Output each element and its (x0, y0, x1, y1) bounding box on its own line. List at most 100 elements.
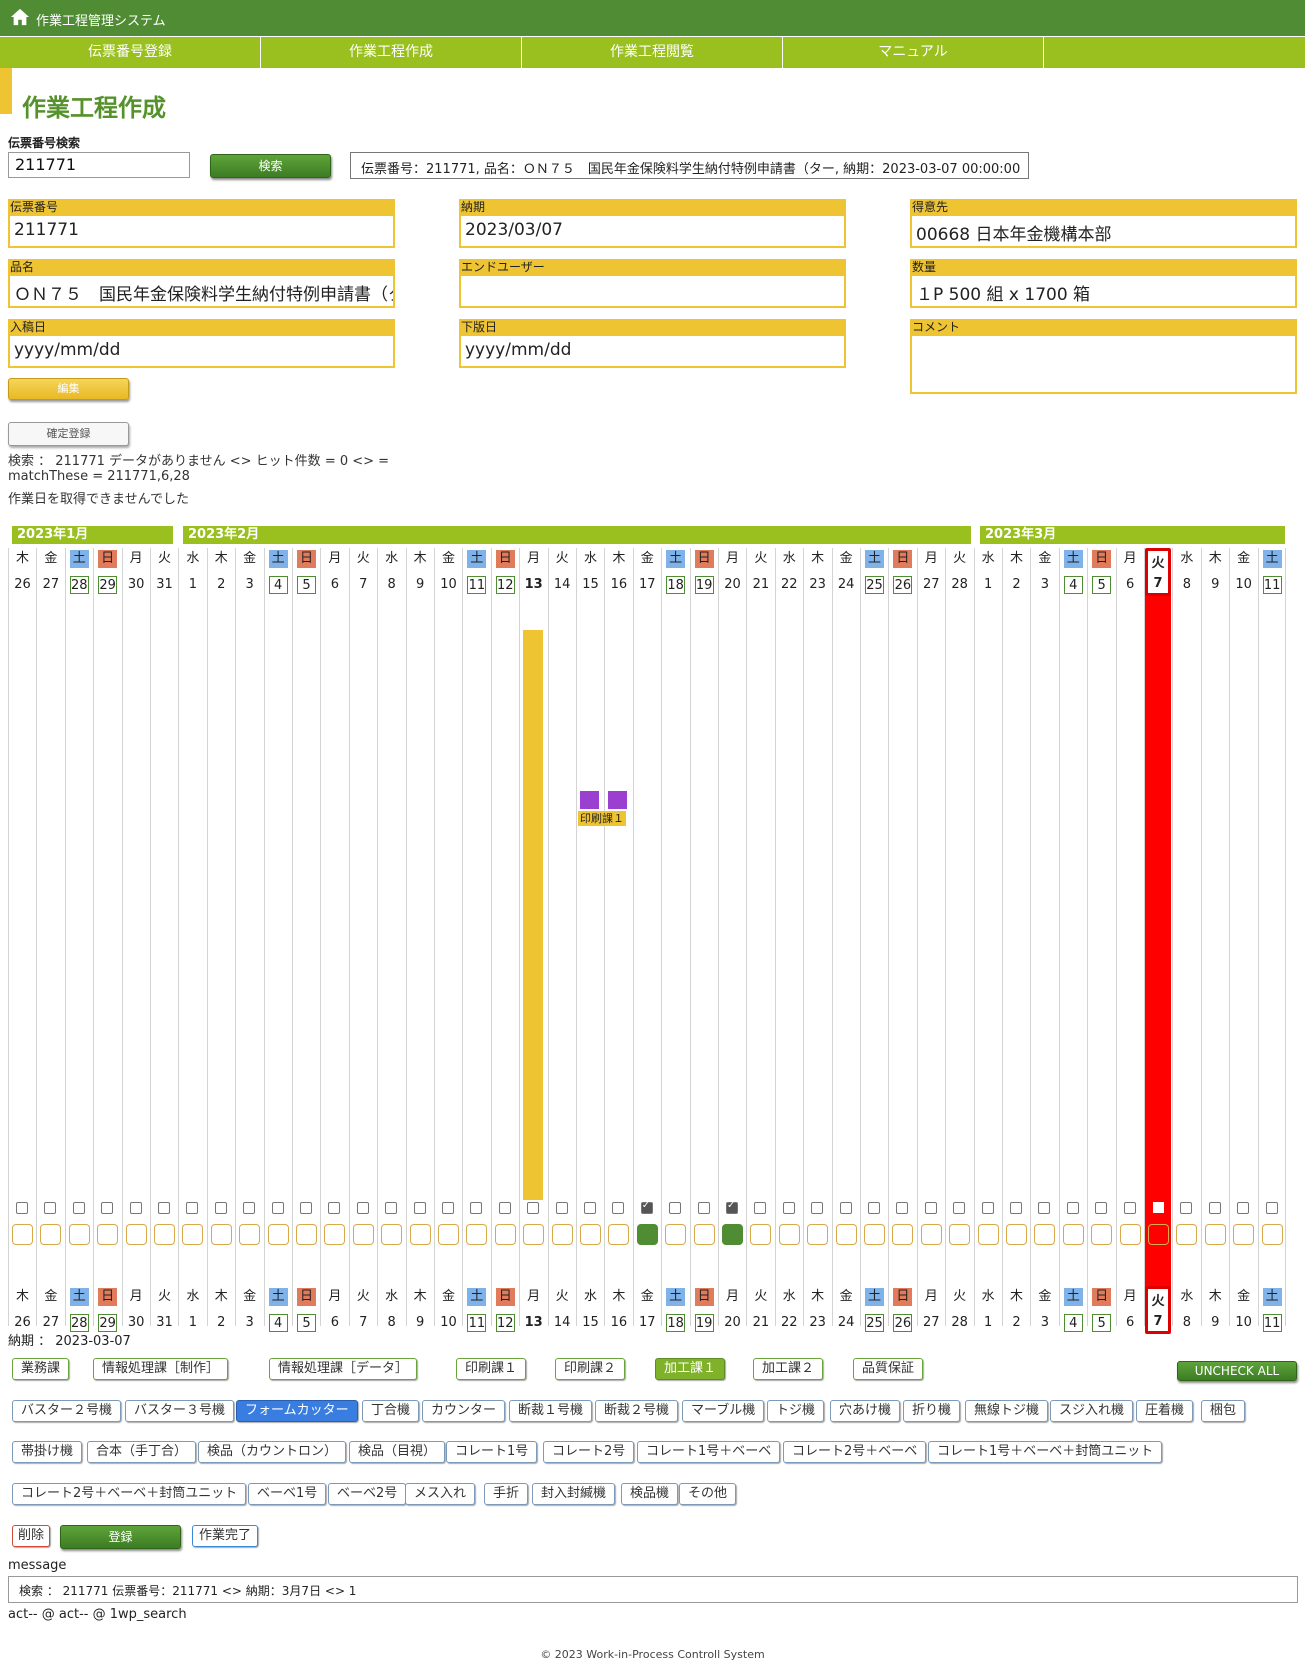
machine-tag[interactable]: 圧着機 (1136, 1400, 1194, 1422)
day-checkbox[interactable] (584, 1202, 596, 1214)
search-input[interactable]: 211771 (8, 152, 190, 178)
deadline-checkbox[interactable] (1153, 1202, 1164, 1213)
machine-tag[interactable]: スジ入れ機 (1050, 1400, 1134, 1422)
day-assign-box[interactable] (835, 1224, 857, 1245)
machine-tag[interactable]: 無線トジ機 (965, 1400, 1049, 1422)
day-assign-box[interactable] (807, 1224, 829, 1245)
day-assign-box[interactable] (438, 1224, 459, 1245)
dept-info-data[interactable]: 情報処理課［データ］ (269, 1358, 418, 1380)
product-input[interactable]: ＯＮ７５ 国民年金保険料学生納付特例申請書（ター (8, 276, 395, 308)
uncheck-all-button[interactable]: UNCHECK ALL (1177, 1361, 1297, 1381)
day-assign-box[interactable] (154, 1224, 175, 1245)
manuscript-date-input[interactable]: yyyy/mm/dd (8, 336, 395, 368)
machine-tag[interactable]: メス入れ (405, 1483, 476, 1505)
day-assign-box[interactable] (693, 1224, 715, 1245)
dept-processing-1[interactable]: 加工課１ (655, 1358, 726, 1380)
machine-tag[interactable]: バスター２号機 (12, 1400, 122, 1422)
dept-info-production[interactable]: 情報処理課［制作］ (93, 1358, 229, 1380)
nav-slip-register[interactable]: 伝票番号登録 (0, 36, 261, 68)
machine-tag[interactable]: コレート1号 (446, 1441, 538, 1463)
confirm-register-button[interactable]: 確定登録 (8, 422, 129, 446)
day-checkbox[interactable] (697, 1202, 710, 1214)
day-assign-box[interactable] (409, 1224, 431, 1245)
day-checkbox[interactable] (158, 1202, 170, 1214)
day-checkbox[interactable] (1010, 1202, 1022, 1214)
event-block[interactable] (580, 791, 599, 809)
day-assign-box[interactable] (352, 1224, 374, 1245)
day-checkbox[interactable] (101, 1202, 114, 1214)
nav-process-create[interactable]: 作業工程作成 (261, 36, 522, 68)
day-assign-box[interactable] (1062, 1224, 1084, 1245)
register-button[interactable]: 登録 (60, 1525, 181, 1549)
day-checkbox[interactable] (1123, 1202, 1136, 1214)
day-checkbox[interactable] (1066, 1202, 1079, 1214)
day-assign-box[interactable] (892, 1224, 914, 1245)
day-assign-box[interactable] (864, 1224, 885, 1245)
search-button[interactable]: 検索 (210, 154, 331, 178)
day-checkbox[interactable] (555, 1202, 568, 1214)
machine-tag[interactable]: コレート2号＋ベーベ＋封筒ユニット (12, 1483, 247, 1505)
machine-tag[interactable]: バスター３号機 (125, 1400, 235, 1422)
delete-button[interactable]: 削除 (12, 1525, 51, 1547)
day-assign-box[interactable] (949, 1224, 971, 1245)
event-block[interactable] (608, 791, 628, 809)
edit-button[interactable]: 編集 (8, 378, 129, 400)
slip-no-input[interactable]: 211771 (8, 216, 395, 248)
day-checkbox[interactable] (981, 1202, 994, 1214)
day-checkbox[interactable] (754, 1202, 767, 1214)
day-checkbox[interactable] (186, 1202, 199, 1214)
machine-tag[interactable]: フォームカッター (236, 1400, 358, 1422)
machine-tag[interactable]: 検品機 (621, 1483, 679, 1505)
day-assign-box[interactable] (125, 1224, 147, 1245)
day-assign-box[interactable] (381, 1224, 403, 1245)
day-checkbox[interactable] (470, 1202, 483, 1214)
day-checkbox[interactable] (924, 1202, 937, 1214)
machine-tag[interactable]: マーブル機 (682, 1400, 765, 1422)
day-assign-box[interactable] (1006, 1224, 1027, 1245)
machine-tag[interactable]: 断裁１号機 (509, 1400, 593, 1422)
machine-tag[interactable]: 合本（手丁合） (87, 1441, 197, 1463)
day-assign-box[interactable] (636, 1224, 658, 1245)
quantity-input[interactable]: １P 500 組 x 1700 箱 (910, 276, 1297, 308)
day-assign-box[interactable] (665, 1224, 687, 1245)
day-checkbox[interactable] (1208, 1202, 1221, 1214)
home-icon[interactable] (9, 7, 31, 27)
machine-tag[interactable]: 梱包 (1201, 1400, 1246, 1422)
day-checkbox[interactable] (300, 1202, 312, 1214)
day-checkbox[interactable] (1095, 1202, 1108, 1214)
day-assign-box[interactable] (1119, 1224, 1141, 1245)
machine-tag[interactable]: 帯掛け機 (12, 1441, 83, 1463)
day-checkbox[interactable] (811, 1202, 824, 1214)
day-checkbox[interactable] (953, 1202, 966, 1214)
day-checkbox[interactable] (726, 1200, 738, 1214)
machine-tag[interactable]: 穴あけ機 (830, 1400, 901, 1422)
day-assign-box[interactable] (494, 1224, 516, 1245)
machine-tag[interactable]: コレート2号 (543, 1441, 635, 1463)
day-assign-box[interactable] (1204, 1224, 1226, 1245)
day-assign-box[interactable] (239, 1224, 261, 1245)
day-checkbox[interactable] (782, 1202, 795, 1214)
day-assign-box[interactable] (1176, 1224, 1198, 1245)
machine-tag[interactable]: 折り機 (903, 1400, 961, 1422)
day-checkbox[interactable] (72, 1202, 85, 1214)
day-checkbox[interactable] (385, 1202, 398, 1214)
machine-tag[interactable]: 検品（目視） (349, 1441, 446, 1463)
machine-tag[interactable]: 封入封緘機 (532, 1483, 616, 1505)
machine-tag[interactable]: トジ機 (767, 1400, 825, 1422)
day-assign-box[interactable] (466, 1224, 488, 1245)
day-checkbox[interactable] (214, 1202, 227, 1214)
machine-tag[interactable]: 断裁２号機 (595, 1400, 679, 1422)
machine-tag[interactable]: コレート1号＋ベーベ (637, 1441, 781, 1463)
nav-manual[interactable]: マニュアル (783, 36, 1044, 68)
plate-date-input[interactable]: yyyy/mm/dd (459, 336, 846, 368)
day-assign-box[interactable] (324, 1224, 346, 1245)
day-checkbox[interactable] (1237, 1202, 1250, 1214)
day-checkbox[interactable] (640, 1200, 653, 1214)
dept-processing-2[interactable]: 加工課２ (753, 1358, 824, 1380)
day-assign-box[interactable] (778, 1224, 800, 1245)
work-complete-button[interactable]: 作業完了 (192, 1525, 259, 1547)
dept-business[interactable]: 業務課 (12, 1358, 70, 1380)
day-assign-box[interactable] (210, 1224, 232, 1245)
day-assign-box[interactable] (1091, 1224, 1113, 1245)
day-assign-box[interactable] (296, 1224, 317, 1245)
